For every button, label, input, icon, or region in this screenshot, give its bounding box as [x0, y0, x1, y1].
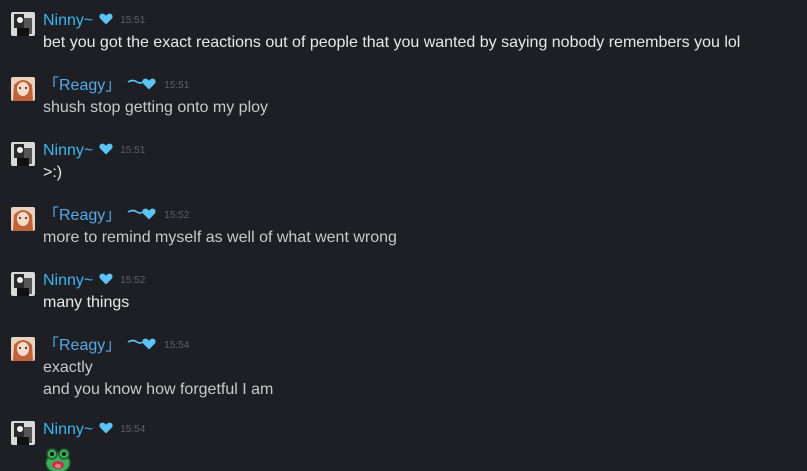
green-frog-emoticon[interactable] — [43, 445, 73, 471]
author-name[interactable]: Ninny~ — [43, 10, 93, 32]
avatar[interactable] — [11, 77, 35, 101]
chat-message: Ninny~ 15:51 bet you got the exact react… — [0, 10, 807, 54]
author-name[interactable]: 「Reagy」 — [43, 335, 121, 357]
heart-icon — [99, 140, 113, 162]
heart-icon — [99, 10, 113, 32]
message-header: Ninny~ 15:52 — [43, 270, 807, 292]
avatar[interactable] — [11, 142, 35, 166]
chat-message: 「Reagy」 15:52 more to remind myself as w… — [0, 205, 807, 249]
message-header: Ninny~ 15:54 — [43, 419, 807, 441]
chat-message: Ninny~ 15:54 — [0, 419, 807, 471]
chat-message: 「Reagy」 15:51 shush stop getting onto my… — [0, 75, 807, 119]
avatar[interactable] — [11, 337, 35, 361]
message-text: and you know how forgetful I am — [43, 381, 274, 398]
wing-heart-icon — [127, 205, 157, 227]
author-name[interactable]: Ninny~ — [43, 419, 93, 441]
timestamp: 15:51 — [120, 15, 146, 26]
avatar[interactable] — [11, 272, 35, 296]
avatar[interactable] — [11, 12, 35, 36]
chat-message: Ninny~ 15:52 many things — [0, 270, 807, 314]
avatar[interactable] — [11, 207, 35, 231]
message-header: 「Reagy」 15:54 — [43, 335, 807, 357]
message-text: many things — [43, 294, 130, 311]
author-name[interactable]: 「Reagy」 — [43, 205, 121, 227]
timestamp: 15:52 — [164, 210, 190, 221]
message-text: >:) — [43, 164, 63, 181]
timestamp: 15:51 — [120, 145, 146, 156]
message-text: shush stop getting onto my ploy — [43, 99, 269, 116]
timestamp: 15:51 — [164, 80, 190, 91]
wing-heart-icon — [127, 75, 157, 97]
timestamp: 15:52 — [120, 275, 146, 286]
message-header: 「Reagy」 15:51 — [43, 75, 807, 97]
wing-heart-icon — [127, 335, 157, 357]
timestamp: 15:54 — [120, 424, 146, 435]
author-name[interactable]: Ninny~ — [43, 140, 93, 162]
timestamp: 15:54 — [164, 340, 190, 351]
message-text: exactly — [43, 359, 93, 376]
message-header: Ninny~ 15:51 — [43, 140, 807, 162]
author-name[interactable]: 「Reagy」 — [43, 75, 121, 97]
author-name[interactable]: Ninny~ — [43, 270, 93, 292]
chat-message: 「Reagy」 15:54 exactly and you know how f… — [0, 335, 807, 401]
heart-icon — [99, 419, 113, 441]
message-text: bet you got the exact reactions out of p… — [43, 34, 741, 51]
message-header: 「Reagy」 15:52 — [43, 205, 807, 227]
avatar[interactable] — [11, 421, 35, 445]
message-header: Ninny~ 15:51 — [43, 10, 807, 32]
chat-log: Ninny~ 15:51 bet you got the exact react… — [0, 0, 807, 471]
heart-icon — [99, 270, 113, 292]
chat-message: Ninny~ 15:51 >:) — [0, 140, 807, 184]
message-text: more to remind myself as well of what we… — [43, 229, 397, 246]
